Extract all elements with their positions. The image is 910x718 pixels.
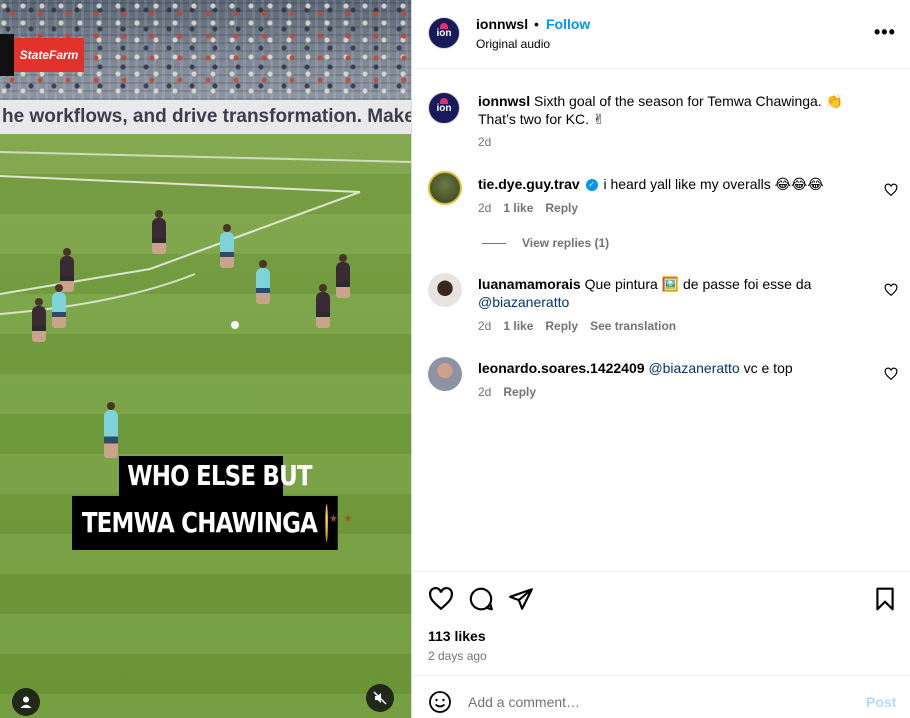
likes-count[interactable]: 113 likes [428,628,486,644]
sponsor-board-edge [0,34,14,76]
comment-text: luanamamorais Que pintura 🖼️ de passe fo… [478,275,878,311]
comment-body: vc e top [743,360,793,376]
comment-time[interactable]: 2d [478,385,491,399]
see-translation-button[interactable]: See translation [590,319,676,333]
original-audio-link[interactable]: Original audio [476,37,550,51]
player-figure [104,402,118,458]
user-tag-icon[interactable] [12,688,40,716]
caption-body: Sixth goal of the season for Temwa Chawi… [478,93,844,127]
caption-overlay-line1: WHO ELSE BUT [119,456,313,496]
caption-line2-text: TEMWA CHAWINGA [81,506,318,539]
comment-like-heart-icon[interactable] [884,367,898,381]
caption-avatar[interactable]: ion [428,92,460,124]
comment-body: Que pintura 🖼️ de passe foi esse da [584,276,812,292]
commenter-avatar[interactable] [428,273,462,307]
action-bar: 113 likes 2 days ago [412,571,910,675]
comment-composer: Post [412,675,910,718]
sponsor-logo: StateFarm [14,38,84,72]
video-player[interactable]: StateFarm he workflows, and drive transf… [0,0,411,718]
view-replies-button[interactable]: View replies (1) [482,236,609,250]
comment-input[interactable] [468,692,848,712]
comment-meta: 2d 1 like Reply [478,201,578,215]
reply-button[interactable]: Reply [545,319,578,333]
comment-like-heart-icon[interactable] [884,183,898,197]
post-details-panel: ion ionnwsl • Follow Original audio ••• … [411,0,910,718]
caption-text: ionnwsl Sixth goal of the season for Tem… [478,92,878,128]
player-figure [336,254,350,298]
ad-banner: he workflows, and drive transformation. … [0,100,411,134]
reply-button[interactable]: Reply [503,385,536,399]
player-figure [52,284,66,328]
comment-body: i heard yall like my overalls 😂😂😂 [603,176,824,192]
bookmark-icon[interactable] [872,586,898,612]
comment-time[interactable]: 2d [478,201,491,215]
comment-username[interactable]: luanamamorais [478,276,581,292]
post-header: ion ionnwsl • Follow Original audio ••• [412,0,910,69]
player-figure [32,298,46,342]
header-separator: • [534,16,539,32]
mention-link[interactable]: @biazaneratto [648,360,739,376]
comment-like-heart-icon[interactable] [884,283,898,297]
player-figure [220,224,234,268]
comment-likes[interactable]: 1 like [503,319,533,333]
reply-button[interactable]: Reply [545,201,578,215]
comment-meta: 2d 1 like Reply See translation [478,319,676,333]
post-viewer: StateFarm he workflows, and drive transf… [0,0,910,718]
commenter-avatar[interactable] [428,171,462,205]
follow-button[interactable]: Follow [546,16,590,32]
post-button[interactable]: Post [866,694,896,710]
mention-link[interactable]: @biazaneratto [478,294,569,310]
caption-time[interactable]: 2d [478,135,491,149]
player-figure [152,210,166,254]
player-figure [316,284,330,328]
muted-speaker-icon[interactable] [366,684,394,712]
comment-username[interactable]: tie.dye.guy.trav [478,176,580,192]
replies-divider-line [482,242,506,244]
caption-overlay-line2: TEMWA CHAWINGA [72,496,354,550]
pitch-markings [0,151,411,315]
caption-username[interactable]: ionnwsl [478,93,530,109]
heart-icon[interactable] [428,586,454,612]
logo-sun-shape [440,23,448,29]
comment-meta: 2d Reply [478,385,536,399]
ionnwsl-avatar[interactable]: ion [428,17,460,49]
comment-username[interactable]: leonardo.soares.1422409 [478,360,645,376]
paper-plane-icon[interactable] [508,586,534,612]
star-struck-emoji-icon [325,504,354,542]
comment-icon[interactable] [468,586,494,612]
logo-sun-shape [440,98,448,104]
more-options-icon[interactable]: ••• [874,22,896,43]
comment-text: tie.dye.guy.trav ✓ i heard yall like my … [478,175,878,193]
comment-time[interactable]: 2d [478,319,491,333]
comment-text: leonardo.soares.1422409 @biazaneratto vc… [478,359,878,377]
view-replies-label: View replies (1) [522,236,610,250]
verified-badge-icon: ✓ [585,179,598,192]
player-figure [256,260,270,304]
soccer-pitch [0,134,411,718]
logo-text: ion [436,27,452,39]
header-username-link[interactable]: ionnwsl [476,16,528,32]
soccer-ball [231,321,239,329]
commenter-avatar[interactable] [428,357,462,391]
emoji-icon[interactable] [428,690,452,714]
comment-likes[interactable]: 1 like [503,201,533,215]
caption-meta: 2d [478,135,491,149]
caption-line1-text: WHO ELSE BUT [127,459,312,492]
logo-text: ion [436,102,452,114]
post-timestamp[interactable]: 2 days ago [428,649,487,663]
